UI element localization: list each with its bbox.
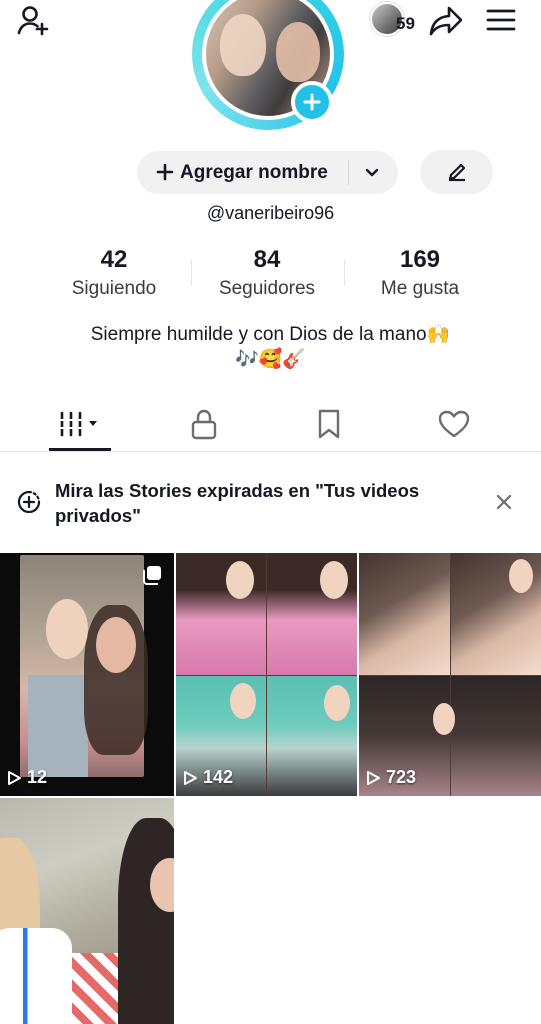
stat-value: 42: [100, 246, 128, 273]
active-tab-indicator: [49, 448, 111, 451]
play-icon: [8, 770, 21, 785]
heart-icon: [438, 410, 470, 438]
bio-line: 🎶🥰🎸: [235, 349, 306, 370]
video-thumbnail: [359, 553, 450, 675]
stat-likes[interactable]: 169 Me gusta: [345, 244, 495, 302]
username: @vaneribeiro96: [206, 203, 335, 223]
story-count: 59: [396, 14, 415, 33]
video-tile[interactable]: 723: [359, 553, 541, 796]
video-tile[interactable]: 12: [0, 553, 174, 796]
pencil-icon: [448, 163, 465, 182]
view-count-value: 142: [203, 767, 234, 787]
notice-text: Mira las Stories expiradas en "Tus video…: [55, 480, 420, 526]
add-name-button[interactable]: Agregar nombre: [137, 151, 398, 194]
close-icon[interactable]: [492, 490, 516, 514]
expired-stories-notice[interactable]: Mira las Stories expiradas en "Tus video…: [0, 470, 541, 536]
video-thumbnail: [20, 555, 148, 777]
bookmark-icon: [318, 409, 340, 439]
video-tile[interactable]: [0, 798, 174, 1024]
stat-value: 169: [399, 246, 441, 273]
tab-saved[interactable]: [299, 396, 359, 452]
profile-tabs: [0, 396, 541, 452]
stat-label: Me gusta: [380, 278, 460, 299]
view-count: 142: [182, 767, 233, 788]
video-grid: 12 142 723: [0, 553, 541, 1024]
menu-icon[interactable]: [480, 2, 522, 38]
view-count: 12: [6, 767, 47, 788]
multi-photo-icon: [143, 566, 161, 585]
view-count-value: 12: [27, 767, 48, 787]
stat-followers[interactable]: 84 Seguidores: [192, 244, 342, 302]
lock-icon: [191, 409, 217, 440]
tab-liked[interactable]: [424, 396, 484, 452]
grid-icon: [58, 411, 97, 437]
tab-videos[interactable]: [50, 396, 110, 452]
bio-line: Siempre humilde y con Dios de la mano🙌: [90, 324, 451, 345]
stat-following[interactable]: 42 Siguiendo: [39, 244, 189, 302]
play-icon: [184, 770, 197, 785]
plus-icon: [156, 163, 174, 181]
stat-label: Siguiendo: [71, 278, 157, 299]
add-story-icon: [17, 490, 41, 514]
video-thumbnail: [451, 676, 541, 796]
add-friend-icon[interactable]: [12, 0, 52, 40]
play-icon: [367, 770, 380, 785]
stat-value: 84: [253, 246, 281, 273]
bio: Siempre humilde y con Dios de la mano🙌 🎶…: [20, 322, 521, 372]
add-story-button[interactable]: [291, 81, 333, 123]
add-name-label: Agregar nombre: [180, 162, 328, 183]
view-count: 723: [365, 767, 416, 788]
profile-stats: 42 Siguiendo 84 Seguidores 169 Me gusta: [0, 244, 541, 304]
top-bar: 59: [0, 0, 541, 130]
video-tile[interactable]: 142: [176, 553, 357, 796]
view-count-value: 723: [386, 767, 417, 787]
stat-label: Seguidores: [218, 278, 316, 299]
share-icon[interactable]: [426, 2, 466, 38]
divider: [348, 160, 349, 185]
tab-private[interactable]: [174, 396, 234, 452]
edit-profile-button[interactable]: [420, 150, 493, 194]
chevron-down-icon[interactable]: [361, 162, 383, 184]
